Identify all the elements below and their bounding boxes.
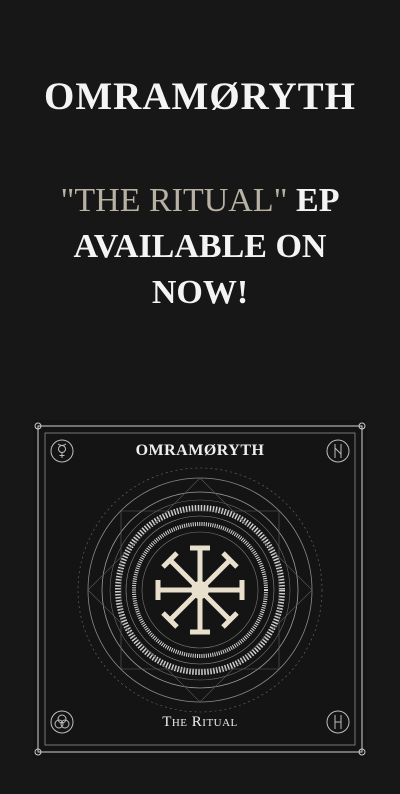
release-title: "THE RITUAL" [60, 182, 288, 219]
release-type: EP [296, 182, 340, 219]
album-cover[interactable]: OMRAMØRYTH The Ritual [33, 420, 367, 758]
cover-band-name: OMRAMØRYTH [135, 442, 265, 459]
announcement-line-3: NOW! [151, 274, 249, 311]
solar-wheel-sigil-icon [155, 545, 245, 635]
announcement-line-2: AVAILABLE ON [73, 228, 327, 265]
album-cover-art [34, 422, 366, 756]
release-announcement: "THE RITUAL" EP AVAILABLE ON NOW! [20, 178, 380, 316]
cover-album-title: The Ritual [162, 714, 238, 730]
band-title: OMRAMØRYTH [44, 75, 356, 118]
page: OMRAMØRYTH "THE RITUAL" EP AVAILABLE ON … [0, 0, 400, 794]
